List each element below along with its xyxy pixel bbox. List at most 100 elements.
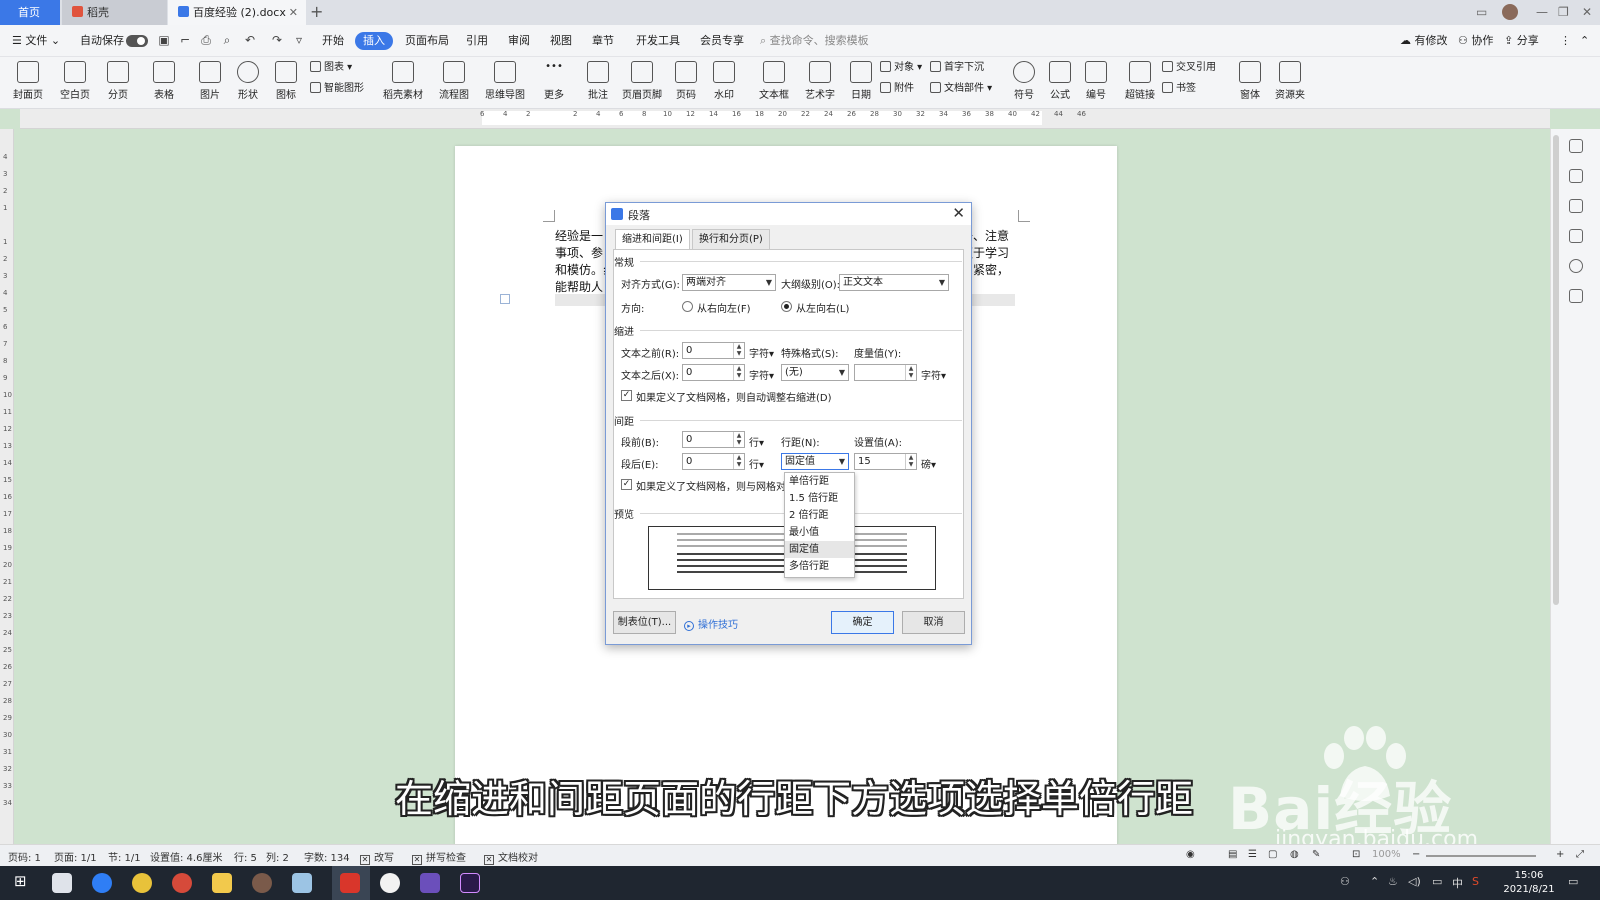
style-icon[interactable] bbox=[1569, 139, 1583, 153]
zoom-slider[interactable] bbox=[1426, 855, 1536, 857]
zoom-fit-icon[interactable]: ⊡ bbox=[1352, 849, 1360, 860]
close-window-icon[interactable]: ✕ bbox=[1582, 0, 1592, 25]
print-preview-icon[interactable]: ⌕ bbox=[220, 33, 234, 47]
input-language[interactable]: 中 bbox=[1452, 875, 1463, 891]
page-view-icon[interactable]: ▤ bbox=[1228, 849, 1237, 860]
ok-button[interactable]: 确定 bbox=[831, 611, 894, 634]
has-changes-button[interactable]: ☁ 有修改 bbox=[1400, 32, 1448, 50]
chrome-icon[interactable] bbox=[132, 873, 152, 893]
outline-level-select[interactable]: 正文文本 ▼ bbox=[839, 274, 949, 291]
bookmark-button[interactable]: 书签 bbox=[1162, 81, 1196, 97]
premiere-icon[interactable] bbox=[460, 873, 480, 893]
pen-icon[interactable] bbox=[1569, 169, 1583, 183]
doc-parts-button[interactable]: 文档部件 ▾ bbox=[930, 81, 992, 97]
special-format-select[interactable]: (无) ▼ bbox=[781, 364, 849, 381]
option-1-5[interactable]: 1.5 倍行距 bbox=[785, 490, 854, 507]
tips-link[interactable]: ▸ 操作技巧 bbox=[684, 616, 738, 631]
space-before-input[interactable]: 0 ▲ ▼ bbox=[682, 431, 745, 448]
shape-button[interactable]: 形状 bbox=[230, 57, 266, 107]
collapse-ribbon-icon[interactable]: ⌃ bbox=[1580, 32, 1589, 50]
alignment-select[interactable]: 两端对齐 ▼ bbox=[682, 274, 776, 291]
minimize-icon[interactable]: — bbox=[1536, 0, 1548, 25]
menu-insert[interactable]: 插入 bbox=[355, 32, 393, 50]
before-text-input[interactable]: 0 ▲ ▼ bbox=[682, 342, 745, 359]
rtl-radio[interactable] bbox=[682, 301, 693, 312]
spinner-arrows-icon[interactable]: ▲ ▼ bbox=[905, 454, 916, 469]
spinner-arrows-icon[interactable]: ▲ ▼ bbox=[733, 432, 744, 447]
unit-char[interactable]: 字符▾ bbox=[749, 367, 774, 382]
tab-home[interactable]: 首页 bbox=[0, 0, 60, 25]
set-value-input[interactable]: 15 ▲ ▼ bbox=[854, 453, 917, 470]
file-explorer-icon[interactable] bbox=[212, 873, 232, 893]
fullscreen-icon[interactable]: ⤢ bbox=[1576, 849, 1584, 860]
option-double[interactable]: 2 倍行距 bbox=[785, 507, 854, 524]
window-layout-icon[interactable]: ▭ bbox=[1476, 0, 1487, 25]
chrome-alt-icon[interactable] bbox=[172, 873, 192, 893]
unit-line[interactable]: 行▾ bbox=[749, 456, 764, 471]
option-exactly[interactable]: 固定值 bbox=[785, 541, 854, 558]
spinner-arrows-icon[interactable]: ▲ ▼ bbox=[905, 365, 916, 380]
menu-view[interactable]: 视图 bbox=[550, 32, 572, 50]
horizontal-ruler[interactable]: 6 4 2 2 4 6 8 10 12 14 16 18 20 22 24 26… bbox=[20, 109, 1550, 129]
smart-art-button[interactable]: 智能图形 bbox=[310, 81, 364, 97]
write-view-icon[interactable]: ✎ bbox=[1312, 849, 1320, 860]
tab-daoke[interactable]: 稻壳 bbox=[62, 0, 167, 25]
paste-options-icon[interactable] bbox=[500, 294, 510, 304]
select-icon[interactable] bbox=[1569, 199, 1583, 213]
status-page-number[interactable]: 页码: 1 bbox=[8, 849, 41, 864]
cancel-button[interactable]: 取消 bbox=[902, 611, 965, 634]
new-tab-button[interactable]: + bbox=[310, 0, 323, 25]
status-row[interactable]: 行: 5 bbox=[234, 849, 257, 864]
unit-char[interactable]: 字符▾ bbox=[749, 345, 774, 360]
doccheck-toggle[interactable]: ✕ 文档校对 bbox=[484, 849, 538, 865]
comment-button[interactable]: 批注 bbox=[580, 57, 616, 107]
app-blue-icon[interactable] bbox=[292, 873, 312, 893]
ltr-radio[interactable] bbox=[781, 301, 792, 312]
print-icon[interactable]: ⎙ bbox=[199, 33, 213, 47]
tab-document[interactable]: 百度经验 (2).docx ✕ bbox=[168, 0, 306, 25]
spinner-arrows-icon[interactable]: ▲ ▼ bbox=[733, 365, 744, 380]
after-text-input[interactable]: 0 ▲ ▼ bbox=[682, 364, 745, 381]
menu-references[interactable]: 引用 bbox=[466, 32, 488, 50]
read-view-icon[interactable]: ▢ bbox=[1268, 849, 1277, 860]
form-button[interactable]: 窗体 bbox=[1234, 57, 1266, 107]
symbol-button[interactable]: 符号 bbox=[1008, 57, 1040, 107]
share-button[interactable]: ⇪ 分享 bbox=[1504, 32, 1539, 50]
dialog-titlebar[interactable]: 段落 ✕ bbox=[606, 203, 971, 225]
blank-page-button[interactable]: 空白页 bbox=[55, 57, 95, 107]
drop-cap-button[interactable]: 首字下沉 bbox=[930, 60, 984, 76]
option-minimum[interactable]: 最小值 bbox=[785, 524, 854, 541]
volume-icon[interactable]: ◁) bbox=[1408, 875, 1421, 888]
settings-sliders-icon[interactable] bbox=[1569, 229, 1583, 243]
resource-folder-button[interactable]: 资源夹 bbox=[1272, 57, 1308, 107]
notepad-icon[interactable] bbox=[52, 873, 72, 893]
option-single[interactable]: 单倍行距 bbox=[785, 473, 854, 490]
space-after-input[interactable]: 0 ▲ ▼ bbox=[682, 453, 745, 470]
avatar[interactable] bbox=[1502, 4, 1518, 20]
customize-toolbar-icon[interactable]: ▿ bbox=[292, 33, 306, 47]
status-word-count[interactable]: 字数: 134 bbox=[304, 849, 350, 864]
windows-start-icon[interactable]: ⊞ bbox=[14, 872, 27, 890]
menu-start[interactable]: 开始 bbox=[322, 32, 344, 50]
outline-view-icon[interactable]: ☰ bbox=[1248, 849, 1257, 860]
cross-reference-button[interactable]: 交叉引用 bbox=[1162, 60, 1216, 76]
menu-review[interactable]: 审阅 bbox=[508, 32, 530, 50]
mindmap-button[interactable]: 思维导图 bbox=[480, 57, 530, 107]
hyperlink-button[interactable]: 超链接 bbox=[1122, 57, 1158, 107]
undo-icon[interactable]: ↶ bbox=[243, 33, 257, 47]
dialog-close-icon[interactable]: ✕ bbox=[952, 204, 965, 222]
media-player-icon[interactable] bbox=[420, 873, 440, 893]
show-hidden-icon[interactable]: ⌃ bbox=[1370, 875, 1379, 888]
command-search[interactable]: ⌕ 查找命令、搜索模板 bbox=[760, 32, 869, 50]
autosave-toggle[interactable] bbox=[126, 35, 148, 47]
eye-protection-icon[interactable]: ◉ bbox=[1186, 849, 1195, 860]
close-tab-icon[interactable]: ✕ bbox=[289, 0, 298, 25]
app-avatar-icon[interactable] bbox=[252, 873, 272, 893]
zoom-in-icon[interactable]: + bbox=[1556, 849, 1564, 860]
snap-grid-checkbox[interactable]: ✓ bbox=[621, 479, 632, 490]
wps-writer-icon[interactable] bbox=[340, 873, 360, 893]
picture-button[interactable]: 图片 bbox=[192, 57, 228, 107]
header-footer-button[interactable]: 页眉页脚 bbox=[620, 57, 664, 107]
zoom-out-icon[interactable]: − bbox=[1412, 849, 1420, 860]
chart-button[interactable]: 图表 ▾ bbox=[310, 60, 352, 76]
